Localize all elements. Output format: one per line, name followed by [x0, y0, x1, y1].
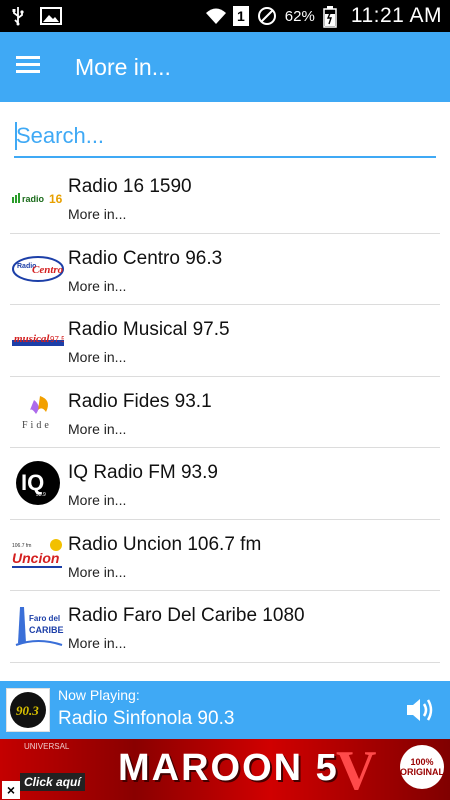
page-title: More in... — [75, 54, 171, 80]
volume-icon[interactable] — [404, 695, 436, 725]
station-name: IQ Radio FM 93.9 — [68, 462, 218, 483]
station-logo: 106.7 fm Uncion — [12, 532, 64, 578]
station-logo: Faro del CARIBE — [12, 603, 64, 649]
now-playing-label: Now Playing: — [58, 687, 140, 703]
station-subtitle: More in... — [68, 349, 127, 365]
station-logo: musical 97.5 — [12, 317, 64, 363]
battery-icon — [323, 6, 343, 28]
list-item[interactable]: Radio Centro Radio Centro 96.3 More in... — [10, 234, 440, 305]
now-playing-bar[interactable]: 90.3 Now Playing: Radio Sinfonola 90.3 — [0, 681, 450, 739]
now-playing-logo: 90.3 — [6, 688, 50, 732]
station-logo: Fide — [12, 389, 64, 435]
ad-small-label: UNIVERSAL — [24, 742, 70, 751]
close-icon[interactable]: × — [2, 781, 20, 799]
ad-brand: MAROON 5 — [118, 747, 339, 789]
list-item[interactable]: radio 16 Radio 16 1590 More in... — [10, 162, 440, 234]
ad-banner[interactable]: UNIVERSAL MAROON 5 V 100% ORIGINAL Click… — [0, 739, 450, 800]
svg-text:90.3: 90.3 — [16, 703, 39, 718]
status-bar: 1 62% 11:21 AM — [0, 0, 450, 32]
station-logo: IQ 93.9 — [12, 460, 64, 506]
list-item[interactable]: Faro del CARIBE Radio Faro Del Caribe 108… — [10, 591, 440, 663]
usb-icon — [8, 6, 28, 26]
station-subtitle: More in... — [68, 563, 127, 580]
station-name: Radio Musical 97.5 — [68, 319, 230, 340]
battery-percent: 62% — [284, 7, 315, 25]
station-subtitle: More in... — [68, 635, 127, 651]
image-icon — [40, 6, 62, 26]
text-cursor — [15, 122, 17, 150]
svg-text:Fide: Fide — [22, 420, 52, 431]
status-time: 11:21 AM — [350, 4, 442, 27]
station-logo: radio 16 — [12, 174, 64, 220]
now-playing-title: Radio Sinfonola 90.3 — [58, 708, 235, 729]
wifi-icon — [205, 6, 226, 26]
ad-letter: V — [336, 740, 377, 800]
hamburger-menu-icon[interactable] — [16, 52, 46, 82]
svg-text:CARIBE: CARIBE — [29, 625, 64, 635]
svg-text:93.9: 93.9 — [36, 492, 46, 498]
list-item[interactable]: Fide Radio Fides 93.1 More in... — [10, 377, 440, 448]
do-not-disturb-icon — [257, 6, 277, 26]
search-input[interactable] — [14, 118, 436, 154]
svg-text:Centro: Centro — [32, 264, 64, 276]
ad-click-label[interactable]: Click aquí — [20, 773, 85, 791]
sim-icon: 1 — [233, 6, 249, 26]
list-item[interactable]: IQ 93.9 IQ Radio FM 93.9 More in... — [10, 448, 440, 520]
svg-text:16: 16 — [49, 192, 63, 206]
station-name: Radio Centro 96.3 — [68, 247, 223, 269]
station-subtitle: More in... — [68, 492, 127, 508]
station-name: Radio Uncion 106.7 fm — [68, 533, 262, 555]
list-item[interactable]: 106.7 fm Uncion Radio Uncion 106.7 fm Mor… — [10, 520, 440, 591]
ad-badge: 100% ORIGINAL — [400, 745, 444, 789]
station-subtitle: More in... — [68, 420, 127, 437]
search-field — [14, 118, 436, 158]
svg-text:106.7 fm: 106.7 fm — [12, 543, 31, 549]
station-subtitle: More in... — [68, 277, 127, 294]
svg-text:musical: musical — [14, 333, 50, 345]
svg-text:Uncion: Uncion — [12, 550, 59, 566]
station-name: Radio 16 1590 — [68, 176, 192, 197]
svg-text:radio: radio — [22, 194, 45, 204]
list-item[interactable]: musical 97.5 Radio Musical 97.5 More in..… — [10, 305, 440, 377]
app-bar: More in... — [0, 32, 450, 102]
station-name: Radio Fides 93.1 — [68, 390, 212, 412]
station-list: radio 16 Radio 16 1590 More in... Radio Ce… — [10, 162, 440, 663]
station-subtitle: More in... — [68, 206, 127, 222]
svg-text:97.5: 97.5 — [50, 335, 64, 344]
station-name: Radio Faro Del Caribe 1080 — [68, 605, 305, 626]
station-logo: Radio Centro — [12, 246, 64, 292]
svg-text:Faro del: Faro del — [29, 614, 60, 623]
